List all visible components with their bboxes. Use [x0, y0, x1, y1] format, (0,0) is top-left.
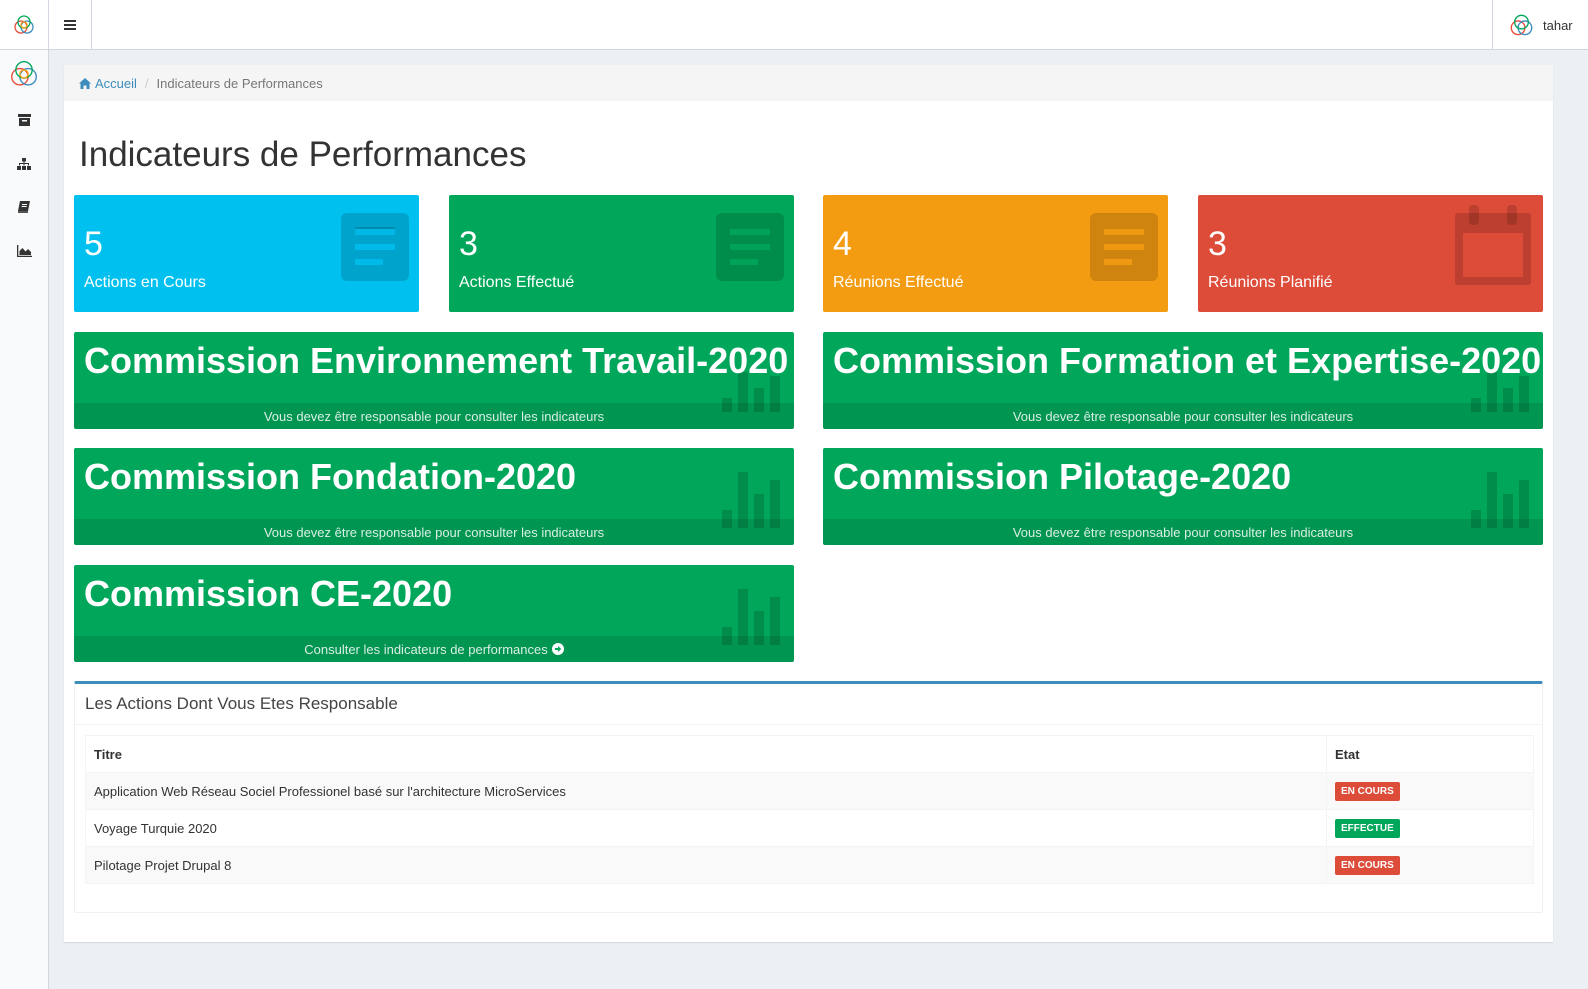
logo-icon [11, 61, 37, 86]
breadcrumb-separator: / [144, 75, 149, 91]
status-badge: EFFECTUE [1335, 818, 1400, 838]
avatar [1510, 14, 1533, 35]
actions-panel: Les Actions Dont Vous Etes Responsable T… [74, 681, 1543, 913]
page-title: Indicateurs de Performances [79, 135, 527, 174]
user-name: tahar [1543, 17, 1573, 33]
stat-label: Réunions Effectué [833, 274, 964, 291]
commission-box-environnement: Commission Environnement Travail-2020 Vo… [74, 332, 794, 429]
commission-box-formation: Commission Formation et Expertise-2020 V… [823, 332, 1543, 429]
hamburger-icon [64, 20, 76, 30]
commission-footer-text: Vous devez être responsable pour consult… [1012, 524, 1354, 540]
commission-title: Commission Environnement Travail-2020 [84, 340, 789, 381]
commission-title: Commission Pilotage-2020 [833, 456, 1292, 497]
commission-footer: Vous devez être responsable pour consult… [74, 403, 794, 429]
content-box: Accueil / Indicateurs de Performances In… [64, 65, 1553, 942]
top-navbar: tahar [0, 0, 1588, 50]
stat-value: 4 [833, 225, 852, 263]
commission-title: Commission CE-2020 [84, 573, 453, 614]
commission-box-pilotage: Commission Pilotage-2020 Vous devez être… [823, 448, 1543, 545]
stat-label: Actions en Cours [84, 274, 206, 291]
user-menu[interactable]: tahar [1492, 0, 1588, 50]
status-badge: EN COURS [1335, 855, 1400, 875]
brand-logo[interactable] [0, 0, 49, 50]
breadcrumb-home-label: Accueil [95, 75, 137, 91]
commission-title: Commission Fondation-2020 [84, 456, 577, 497]
commission-footer-text: Vous devez être responsable pour consult… [263, 408, 605, 424]
commission-title: Commission Formation et Expertise-2020 [833, 340, 1542, 381]
calendar-icon [1455, 205, 1531, 285]
commission-footer: Vous devez être responsable pour consult… [823, 403, 1543, 429]
action-status-cell: EN COURS [1326, 772, 1534, 810]
stat-value: 3 [459, 225, 478, 263]
sidebar-toggle-button[interactable] [49, 0, 92, 50]
table-row[interactable]: Pilotage Projet Drupal 8 EN COURS [85, 846, 1534, 884]
commission-box-ce: Commission CE-2020 Consulter les indicat… [74, 565, 794, 662]
stat-value: 3 [1208, 225, 1227, 263]
action-title-cell: Pilotage Projet Drupal 8 [85, 846, 1327, 884]
logo-icon [14, 15, 34, 34]
list-icon [1090, 213, 1158, 281]
sidebar [0, 50, 49, 989]
sidebar-item-indicators[interactable] [0, 233, 48, 269]
action-status-cell: EFFECTUE [1326, 809, 1534, 847]
breadcrumb-home-link[interactable]: Accueil [79, 76, 137, 91]
commission-footer: Vous devez être responsable pour consult… [74, 519, 794, 545]
action-title-cell: Voyage Turquie 2020 [85, 809, 1327, 847]
action-title-cell: Application Web Réseau Sociel Profession… [85, 772, 1327, 810]
stat-label: Réunions Planifié [1208, 274, 1333, 291]
breadcrumb-current: Indicateurs de Performances [156, 75, 323, 91]
breadcrumb: Accueil / Indicateurs de Performances [64, 65, 1553, 101]
arrow-circle-right-icon [551, 643, 564, 655]
sitemap-icon [17, 158, 31, 170]
actions-table: Titre Etat Application Web Réseau Sociel… [85, 735, 1534, 884]
commission-box-fondation: Commission Fondation-2020 Vous devez êtr… [74, 448, 794, 545]
table-row[interactable]: Voyage Turquie 2020 EFFECTUE [85, 809, 1534, 847]
sidebar-item-book[interactable] [0, 189, 48, 225]
column-header-etat[interactable]: Etat [1326, 735, 1534, 773]
commission-footer: Vous devez être responsable pour consult… [823, 519, 1543, 545]
sidebar-item-home[interactable] [0, 56, 48, 92]
column-header-titre[interactable]: Titre [85, 735, 1327, 773]
commission-footer-text: Consulter les indicateurs de performance… [304, 641, 548, 657]
panel-title: Les Actions Dont Vous Etes Responsable [85, 694, 398, 713]
archive-icon [17, 114, 31, 126]
commission-footer-text: Vous devez être responsable pour consult… [1012, 408, 1354, 424]
status-badge: EN COURS [1335, 781, 1400, 801]
area-chart-icon [16, 245, 32, 257]
panel-divider [75, 724, 1542, 725]
table-header-row: Titre Etat [85, 735, 1534, 773]
book-icon [18, 201, 30, 213]
stat-value: 5 [84, 225, 103, 263]
commission-footer-text: Vous devez être responsable pour consult… [263, 524, 605, 540]
stat-box-reunions-planifie[interactable]: 3 Réunions Planifié [1198, 195, 1543, 312]
list-icon [341, 213, 409, 281]
sidebar-item-archive[interactable] [0, 102, 48, 138]
stat-label: Actions Effectué [459, 274, 575, 291]
sidebar-item-sitemap[interactable] [0, 146, 48, 182]
action-status-cell: EN COURS [1326, 846, 1534, 884]
stat-box-reunions-effectue[interactable]: 4 Réunions Effectué [823, 195, 1168, 312]
consulter-indicateurs-link[interactable]: Consulter les indicateurs de performance… [74, 636, 794, 662]
stat-box-actions-effectue[interactable]: 3 Actions Effectué [449, 195, 794, 312]
stat-box-actions-en-cours[interactable]: 5 Actions en Cours [74, 195, 419, 312]
home-icon [79, 77, 91, 89]
list-icon [716, 213, 784, 281]
table-row[interactable]: Application Web Réseau Sociel Profession… [85, 772, 1534, 810]
